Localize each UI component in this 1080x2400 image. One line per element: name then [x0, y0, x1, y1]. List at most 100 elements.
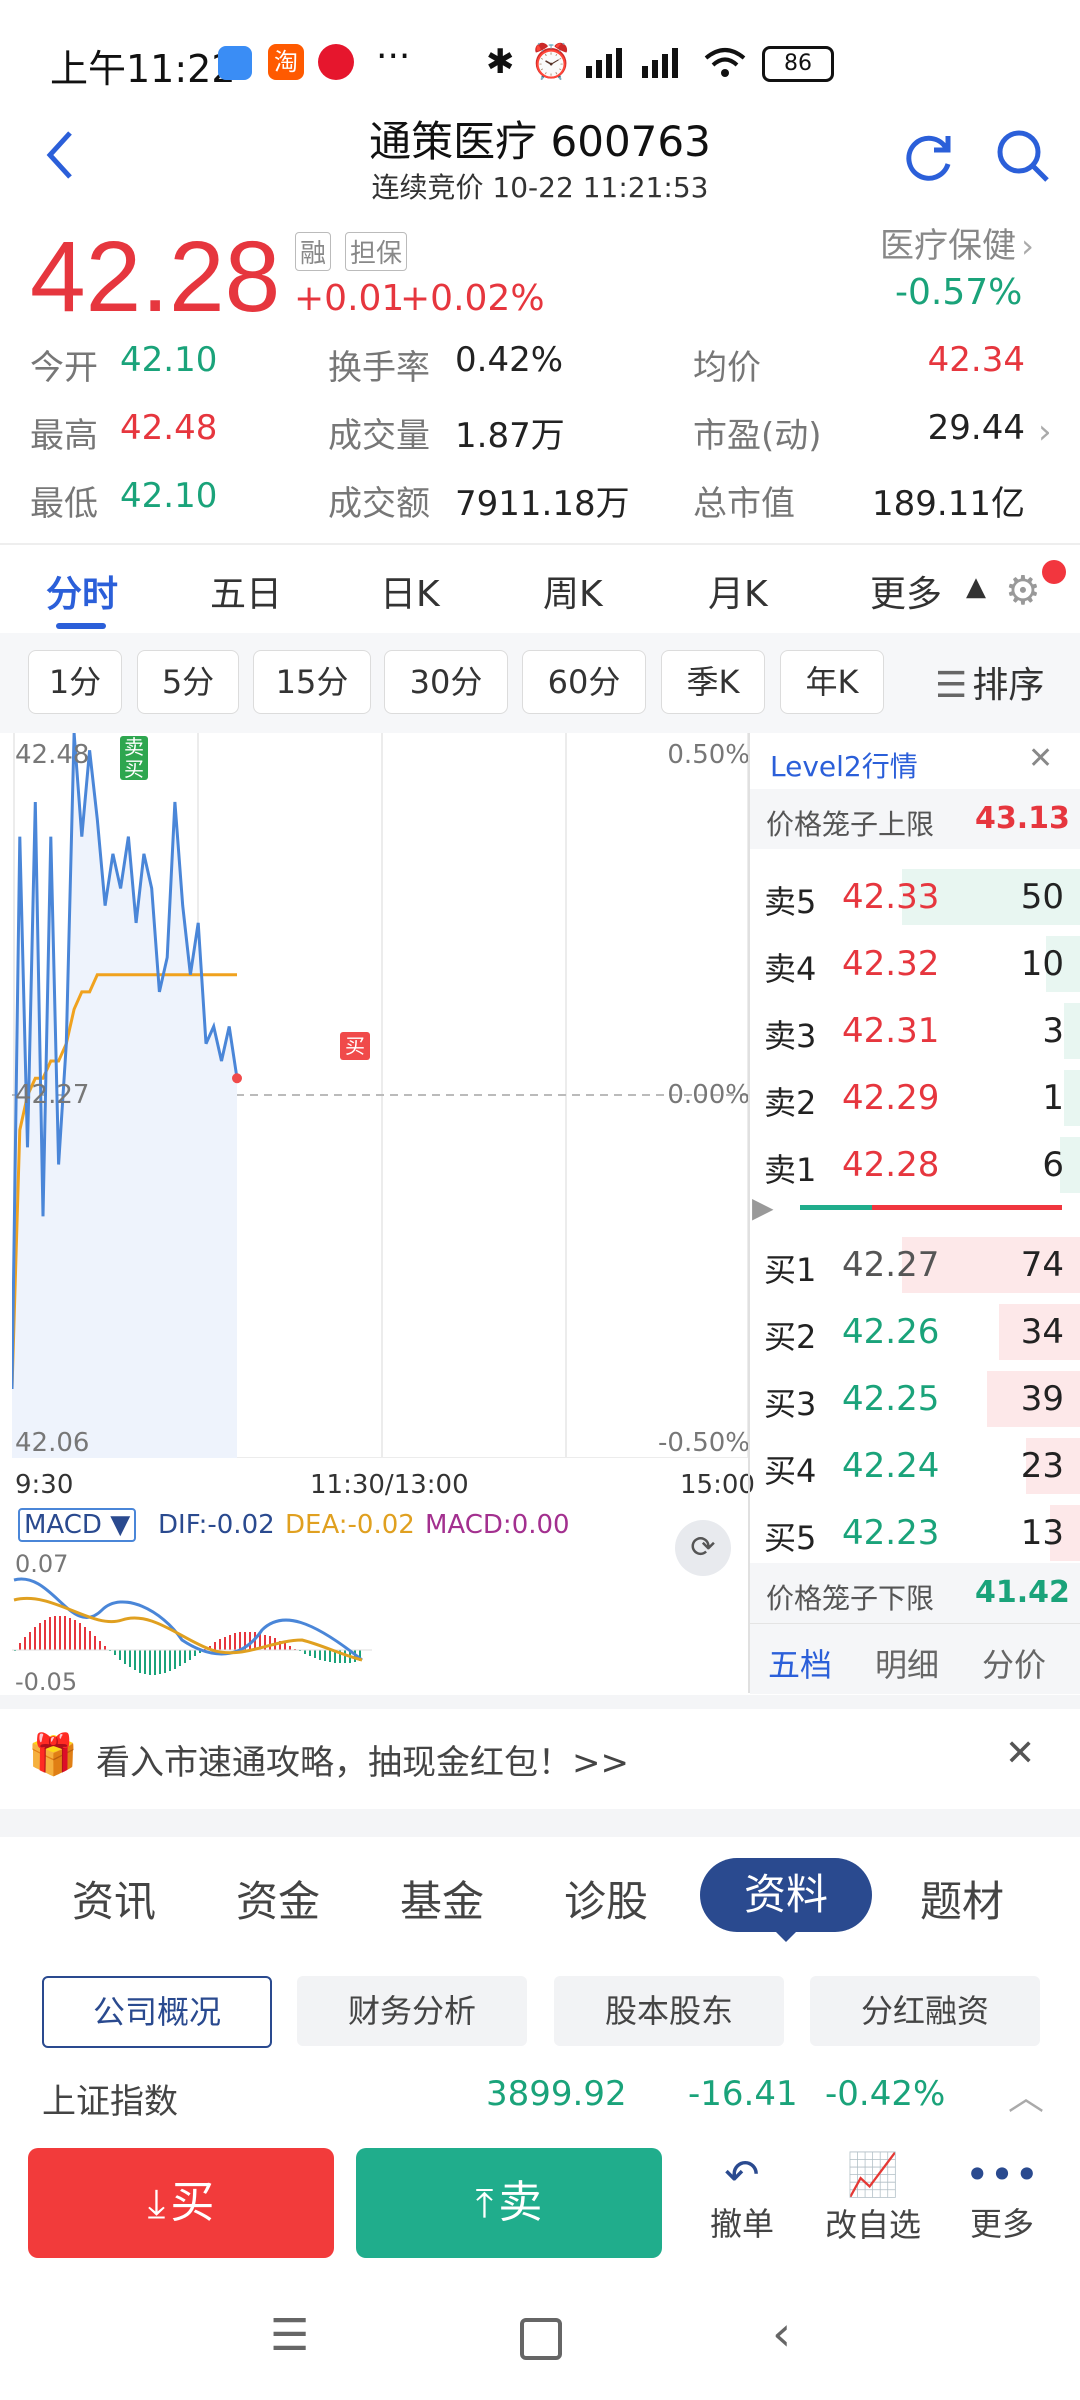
ask-row[interactable]: 卖4 42.32 10 — [750, 932, 1080, 996]
mcap-label: 总市值 — [693, 484, 795, 524]
macd-bar — [99, 1641, 101, 1650]
tab-capital[interactable]: 资金 — [236, 1868, 320, 1929]
interval-year[interactable]: 年K — [780, 650, 884, 714]
sell-button[interactable]: ⤒ 卖 — [356, 2148, 662, 2258]
rotate-icon: ⟳ — [690, 1530, 716, 1565]
macd-y-top: 0.07 — [15, 1550, 69, 1578]
tab-5day[interactable]: 五日 — [210, 565, 282, 617]
banner-close-icon[interactable]: ✕ — [1005, 1733, 1035, 1774]
rotate-button[interactable]: ⟳ — [675, 1520, 731, 1576]
edit-watchlist-label: 改自选 — [824, 2206, 921, 2244]
tab-pointer — [774, 1930, 798, 1942]
interval-5m[interactable]: 5分 — [137, 650, 239, 714]
ask-row[interactable]: 卖2 42.29 1 — [750, 1066, 1080, 1130]
tab-monthly[interactable]: 月K — [708, 565, 768, 617]
macd-bar — [214, 1642, 216, 1650]
level2-title[interactable]: Level2行情 — [770, 745, 918, 785]
macd-bar — [309, 1650, 311, 1656]
interval-quarter[interactable]: 季K — [661, 650, 765, 714]
buy-button[interactable]: ⤓ 买 — [28, 2148, 334, 2258]
macd-bar — [269, 1636, 271, 1650]
more-label: 更多 — [969, 2205, 1034, 2243]
collateral-tag: 担保 — [345, 232, 408, 271]
search-button[interactable] — [995, 128, 1051, 184]
subtab-company[interactable]: 公司概况 — [42, 1976, 272, 2048]
tab-news[interactable]: 资讯 — [72, 1868, 156, 1929]
current-price: 42.28 — [30, 221, 281, 333]
home-nav-icon[interactable] — [520, 2318, 562, 2360]
bluetooth-icon: ✱ — [486, 42, 515, 82]
macd-bar — [289, 1646, 291, 1650]
stats-expand-icon[interactable]: › — [1038, 412, 1052, 452]
subtab-shareholders[interactable]: 股本股东 — [554, 1976, 784, 2046]
chart-edit-icon: 📈 — [846, 2150, 900, 2199]
macd-bar — [44, 1620, 46, 1650]
ask-row[interactable]: 卖5 42.33 50 — [750, 865, 1080, 929]
bid-row[interactable]: 买5 42.23 13 — [750, 1501, 1080, 1565]
macd-selector[interactable]: MACD ▼ — [18, 1508, 137, 1542]
battery-level: 86 — [784, 51, 812, 76]
bid-volume: 23 — [1020, 1446, 1064, 1486]
menu-icon: ☰ — [935, 665, 968, 706]
refresh-button[interactable] — [902, 128, 958, 184]
bid-row[interactable]: 买2 42.26 34 — [750, 1300, 1080, 1364]
bid-row[interactable]: 买1 42.27 74 — [750, 1233, 1080, 1297]
tab-price-dist[interactable]: 分价 — [982, 1640, 1046, 1686]
tab-detail[interactable]: 明细 — [875, 1640, 939, 1686]
subtab-finance[interactable]: 财务分析 — [297, 1976, 527, 2046]
tab-more[interactable]: 更多 — [870, 565, 942, 617]
close-icon[interactable]: ✕ — [1028, 741, 1053, 776]
tab-intraday[interactable]: 分时 — [46, 565, 118, 617]
amount-label: 成交额 — [328, 484, 430, 524]
x-label-mid: 11:30/13:00 — [310, 1470, 469, 1500]
index-ticker[interactable]: 上证指数 3899.92 -16.41 -0.42% ︿ — [0, 2060, 1080, 2135]
bid-label: 买5 — [764, 1519, 817, 1557]
tab-profile-active[interactable]: 资料 — [700, 1858, 872, 1932]
interval-60m[interactable]: 60分 — [522, 650, 646, 714]
interval-15m[interactable]: 15分 — [253, 650, 371, 714]
bid-row[interactable]: 买4 42.24 23 — [750, 1434, 1080, 1498]
tab-profile-label: 资料 — [743, 1870, 828, 1919]
edit-watchlist-button[interactable]: 📈 改自选 — [818, 2150, 928, 2260]
tab-daily[interactable]: 日K — [380, 565, 440, 617]
cancel-order-button[interactable]: ↶ 撤单 — [702, 2150, 782, 2260]
tab-fund[interactable]: 基金 — [400, 1868, 484, 1929]
interval-1m[interactable]: 1分 — [28, 650, 122, 714]
sell-arrow-icon: ⤒ — [475, 2181, 494, 2227]
turnover-label: 换手率 — [328, 348, 430, 388]
tab-weekly[interactable]: 周K — [543, 565, 603, 617]
tab-five-levels[interactable]: 五档 — [768, 1640, 832, 1686]
level2-lower-row: 价格笼子下限 41.42 — [750, 1563, 1080, 1623]
promo-banner[interactable]: 🎁 看入市速通攻略，抽现金红包！>> ✕ — [0, 1709, 1080, 1809]
spread-arrow-icon: ▶ — [752, 1191, 774, 1224]
bid-volume: 13 — [1020, 1513, 1064, 1553]
macd-dea: DEA:-0.02 — [285, 1510, 415, 1540]
ask-row[interactable]: 卖1 42.28 6 — [750, 1133, 1080, 1197]
subtab-dividends[interactable]: 分红融资 — [810, 1976, 1040, 2046]
ask-volume-bar — [1064, 1003, 1080, 1059]
ask-row[interactable]: 卖3 42.31 3 — [750, 999, 1080, 1063]
macd-bar — [184, 1650, 186, 1663]
bid-label: 买2 — [764, 1318, 817, 1356]
spread-bar-red — [872, 1205, 1062, 1210]
sector-link[interactable]: 医疗保健 › — [880, 218, 1060, 268]
notification-dot — [1042, 560, 1066, 584]
low-value: 42.10 — [120, 476, 218, 516]
chart-pct-bot: -0.50% — [658, 1428, 750, 1458]
tab-theme[interactable]: 题材 — [920, 1868, 1004, 1929]
back-nav-icon[interactable]: ‹ — [772, 2306, 791, 2362]
ask-volume-bar — [1064, 1070, 1080, 1126]
macd-bar — [174, 1650, 176, 1669]
interval-30m[interactable]: 30分 — [384, 650, 508, 714]
bid-row[interactable]: 买3 42.25 39 — [750, 1367, 1080, 1431]
tab-diagnose[interactable]: 诊股 — [564, 1868, 648, 1929]
open-label: 今开 — [30, 348, 98, 388]
sector-change: -0.57% — [895, 272, 1023, 313]
menu-nav-icon[interactable]: ☰ — [270, 2310, 309, 2361]
macd-bar — [69, 1618, 71, 1650]
more-button[interactable]: ••• 更多 — [962, 2150, 1042, 2260]
chevron-up-icon[interactable]: ︿ — [1008, 2068, 1044, 2120]
macd-bar — [324, 1650, 326, 1661]
margin-tag: 融 — [295, 232, 332, 271]
sort-button[interactable]: ☰ 排序 — [935, 656, 1065, 708]
